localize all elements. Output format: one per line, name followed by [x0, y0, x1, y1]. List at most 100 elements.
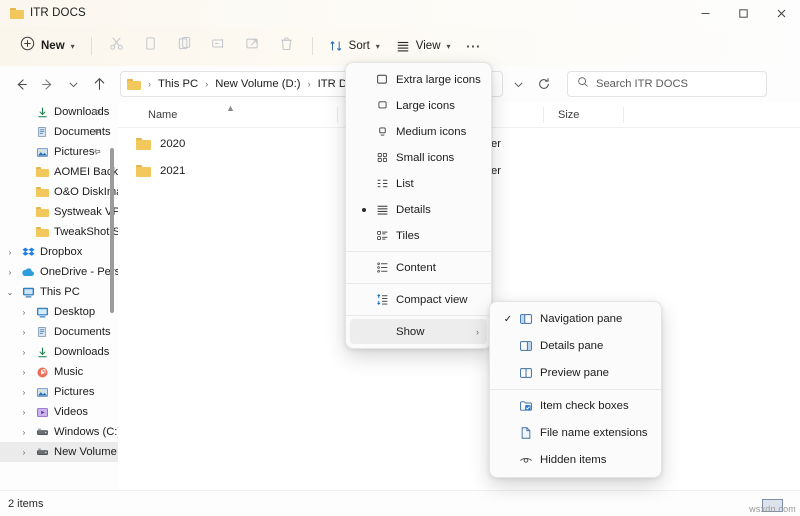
expander-chevron-icon[interactable]: ›: [18, 308, 30, 317]
sidebar-item-tweakshot-screen[interactable]: TweakShot Screen: [0, 222, 118, 242]
explorer-tab[interactable]: ITR DOCS: [10, 0, 86, 26]
sidebar-item-downloads[interactable]: › Downloads: [0, 342, 118, 362]
sidebar-item-videos[interactable]: › Videos: [0, 402, 118, 422]
share-button[interactable]: [236, 32, 270, 60]
menu-separator: [346, 315, 491, 316]
view-menu-item-label: Compact view: [396, 293, 468, 306]
show-menu-item-file-name-extensions[interactable]: File name extensions: [494, 420, 657, 446]
show-menu-item-label: Preview pane: [540, 367, 610, 379]
search-box[interactable]: Search ITR DOCS: [567, 71, 767, 97]
delete-icon: [279, 36, 294, 56]
menu-separator: [490, 389, 661, 390]
expander-chevron-icon[interactable]: ›: [18, 448, 30, 457]
expander-chevron-icon[interactable]: ›: [18, 328, 30, 337]
view-icon: [396, 39, 410, 53]
sidebar-item-new-volume-d[interactable]: › New Volume (D:): [0, 442, 118, 462]
copy-button[interactable]: [134, 32, 168, 60]
sidebar-item-label: Downloads: [54, 346, 110, 358]
show-menu-item-navigation-pane[interactable]: ✓ Navigation pane: [494, 306, 657, 332]
rename-icon: [211, 36, 226, 56]
recent-locations-button[interactable]: [60, 71, 86, 97]
breadcrumb-item-1[interactable]: New Volume (D:): [212, 77, 303, 91]
file-name: 2021: [160, 165, 186, 177]
paste-button[interactable]: [168, 32, 202, 60]
view-menu-item-compact-view[interactable]: Compact view: [350, 287, 487, 312]
expander-chevron-icon[interactable]: ›: [4, 248, 16, 257]
previous-locations-button[interactable]: [505, 71, 531, 97]
show-menu-item-preview-pane[interactable]: Preview pane: [494, 360, 657, 386]
view-menu-item-extra-large-icons[interactable]: Extra large icons: [350, 67, 487, 92]
up-button[interactable]: [86, 71, 112, 97]
new-button[interactable]: New ▾: [12, 32, 83, 60]
expander-chevron-icon[interactable]: ›: [18, 388, 30, 397]
sidebar-item-label: Windows (C:): [54, 426, 118, 438]
sidebar-item-pictures[interactable]: Pictures: [0, 142, 118, 162]
rename-button[interactable]: [202, 32, 236, 60]
refresh-button[interactable]: [531, 71, 557, 97]
column-header-size[interactable]: Size: [558, 109, 579, 121]
expander-chevron-icon[interactable]: ›: [18, 348, 30, 357]
videos-icon: [35, 405, 49, 419]
cut-button[interactable]: [100, 32, 134, 60]
minimize-button[interactable]: [686, 0, 724, 26]
view-menu-item-medium-icons[interactable]: Medium icons: [350, 119, 487, 144]
view-menu-item-small-icons[interactable]: Small icons: [350, 145, 487, 170]
pictures-icon: [35, 145, 49, 159]
column-header-name[interactable]: Name: [148, 109, 177, 121]
view-menu-item-large-icons[interactable]: Large icons: [350, 93, 487, 118]
expander-chevron-icon[interactable]: ⌄: [4, 288, 16, 297]
column-divider[interactable]: [543, 107, 544, 123]
column-divider[interactable]: [623, 107, 624, 123]
delete-button[interactable]: [270, 32, 304, 60]
onedrive-icon: [21, 265, 35, 279]
sidebar-item-downloads[interactable]: Downloads: [0, 102, 118, 122]
expander-chevron-icon[interactable]: ›: [18, 408, 30, 417]
breadcrumb-item-0[interactable]: This PC: [155, 77, 201, 91]
view-menu-item-tiles[interactable]: Tiles: [350, 223, 487, 248]
view-menu-item-details[interactable]: Details: [350, 197, 487, 222]
sidebar-item-windows-c[interactable]: › Windows (C:): [0, 422, 118, 442]
search-input[interactable]: Search ITR DOCS: [596, 78, 688, 90]
list-icon: [372, 177, 392, 190]
column-divider[interactable]: [337, 107, 338, 123]
watermark-text: wsxdn.com: [749, 504, 796, 514]
sidebar-item-aomei-backupper[interactable]: AOMEI Backupper: [0, 162, 118, 182]
sidebar-item-documents[interactable]: Documents: [0, 122, 118, 142]
expander-chevron-icon[interactable]: ›: [4, 268, 16, 277]
sidebar-item-o-o-diskimage[interactable]: O&O DiskImage: [0, 182, 118, 202]
forward-button[interactable]: [34, 71, 60, 97]
view-menu-item-content[interactable]: Content: [350, 255, 487, 280]
sidebar-item-onedrive-person[interactable]: › OneDrive - Person: [0, 262, 118, 282]
sidebar-item-systweak-vpn[interactable]: Systweak VPN: [0, 202, 118, 222]
sidebar-item-music[interactable]: › Music: [0, 362, 118, 382]
sidebar-item-dropbox[interactable]: › Dropbox: [0, 242, 118, 262]
show-menu-item-item-check-boxes[interactable]: Item check boxes: [494, 393, 657, 419]
show-menu-item-details-pane[interactable]: Details pane: [494, 333, 657, 359]
show-menu-item-hidden-items[interactable]: Hidden items: [494, 447, 657, 473]
expander-chevron-icon[interactable]: ›: [18, 428, 30, 437]
expander-chevron-icon[interactable]: ›: [18, 368, 30, 377]
hidden-items-icon: [516, 453, 536, 467]
view-menu-item-show[interactable]: Show ›: [350, 319, 487, 344]
sidebar-item-pictures[interactable]: › Pictures: [0, 382, 118, 402]
folder-icon: [127, 78, 141, 90]
documents-icon: [35, 125, 49, 139]
sidebar-scrollbar-thumb[interactable]: [110, 148, 114, 313]
view-menu-item-list[interactable]: List: [350, 171, 487, 196]
back-button[interactable]: [8, 71, 34, 97]
view-button[interactable]: View ▾: [388, 32, 459, 60]
address-bar-actions: [505, 71, 557, 97]
plus-circle-icon: [20, 36, 35, 56]
maximize-button[interactable]: [724, 0, 762, 26]
downloads-icon: [35, 345, 49, 359]
sidebar-item-label: Desktop: [54, 306, 96, 318]
chevron-down-icon: ▾: [446, 41, 451, 51]
sidebar-item-documents[interactable]: › Documents: [0, 322, 118, 342]
sidebar-item-desktop[interactable]: › Desktop: [0, 302, 118, 322]
sort-button[interactable]: Sort ▾: [321, 32, 388, 60]
extra-large-icons-icon: [372, 73, 392, 87]
search-icon: [577, 75, 589, 93]
see-more-button[interactable]: ⋯: [459, 32, 489, 60]
sidebar-item-this-pc[interactable]: ⌄ This PC: [0, 282, 118, 302]
close-button[interactable]: [762, 0, 800, 26]
